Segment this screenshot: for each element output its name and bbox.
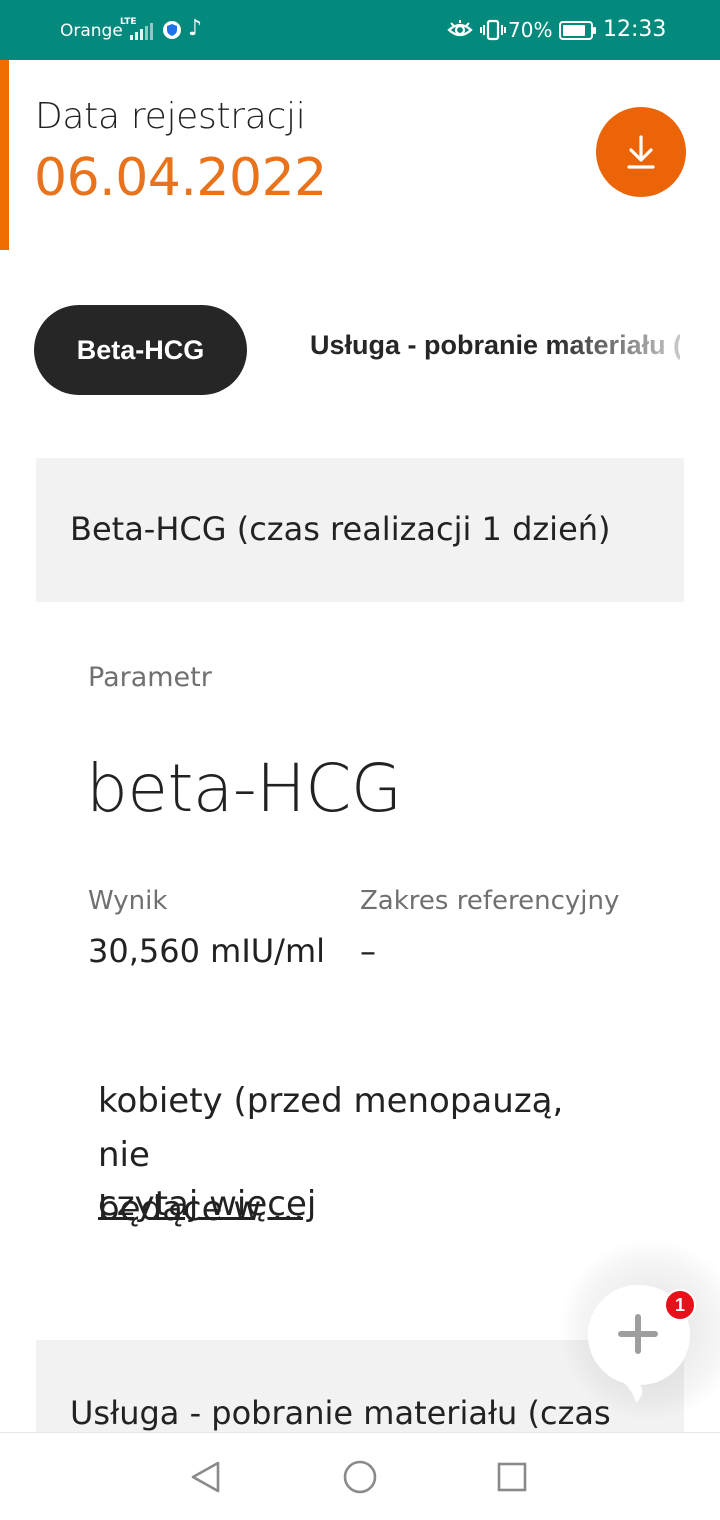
vibrate-icon (480, 19, 506, 41)
parameter-label: Parametr (88, 662, 212, 693)
read-more-link[interactable]: czytaj więcej (98, 1184, 316, 1224)
status-bar: Orange LTE ♪ 70% 12:33 (0, 0, 720, 60)
result-label: Wynik (88, 886, 168, 916)
reference-range-value: – (360, 932, 376, 970)
reference-range-label: Zakres referencyjny (360, 886, 620, 916)
section-title-2: Usługa - pobranie materiału (czas (70, 1394, 611, 1432)
result-value: 30,560 mIU/ml (88, 932, 326, 970)
home-icon[interactable] (342, 1459, 378, 1495)
tiktok-icon: ♪ (188, 16, 203, 41)
registration-date: 06.04.2022 (34, 148, 327, 208)
registration-label: Data rejestracji (35, 96, 306, 137)
download-icon (627, 135, 655, 169)
parameter-name: beta-HCG (86, 750, 402, 827)
description-line: kobiety (przed menopauzą, nie (98, 1081, 564, 1175)
notification-badge: 1 (664, 1289, 696, 1321)
eye-icon (447, 20, 473, 37)
signal-icon (128, 22, 154, 40)
system-nav-bar (0, 1432, 720, 1520)
clock: 12:33 (603, 17, 667, 42)
shield-icon (163, 21, 181, 39)
recents-icon[interactable] (496, 1461, 528, 1493)
battery-percent: 70% (508, 18, 553, 42)
carrier-name: Orange (60, 21, 123, 41)
battery-icon (559, 21, 596, 40)
download-button[interactable] (596, 107, 686, 197)
section-title: Beta-HCG (czas realizacji 1 dzień) (70, 510, 611, 548)
tab-beta-hcg[interactable]: Beta-HCG (34, 305, 247, 395)
app-screen: Orange LTE ♪ 70% 12:33 Data rejestracji … (0, 0, 720, 1520)
tab-usluga-pobranie[interactable]: Usługa - pobranie materiału (czas (310, 330, 680, 370)
back-icon[interactable] (188, 1459, 222, 1495)
section-header: Beta-HCG (czas realizacji 1 dzień) (36, 458, 684, 602)
accent-bar (0, 60, 9, 250)
